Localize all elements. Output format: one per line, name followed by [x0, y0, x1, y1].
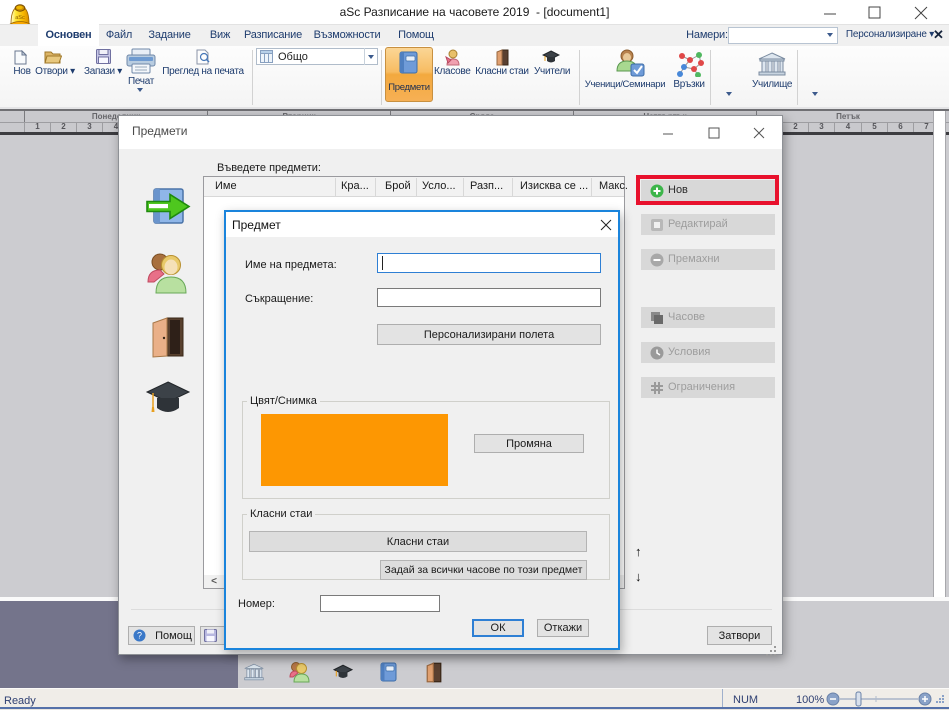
svg-text:aSc: aSc	[15, 15, 25, 21]
svg-text:?: ?	[137, 631, 142, 641]
